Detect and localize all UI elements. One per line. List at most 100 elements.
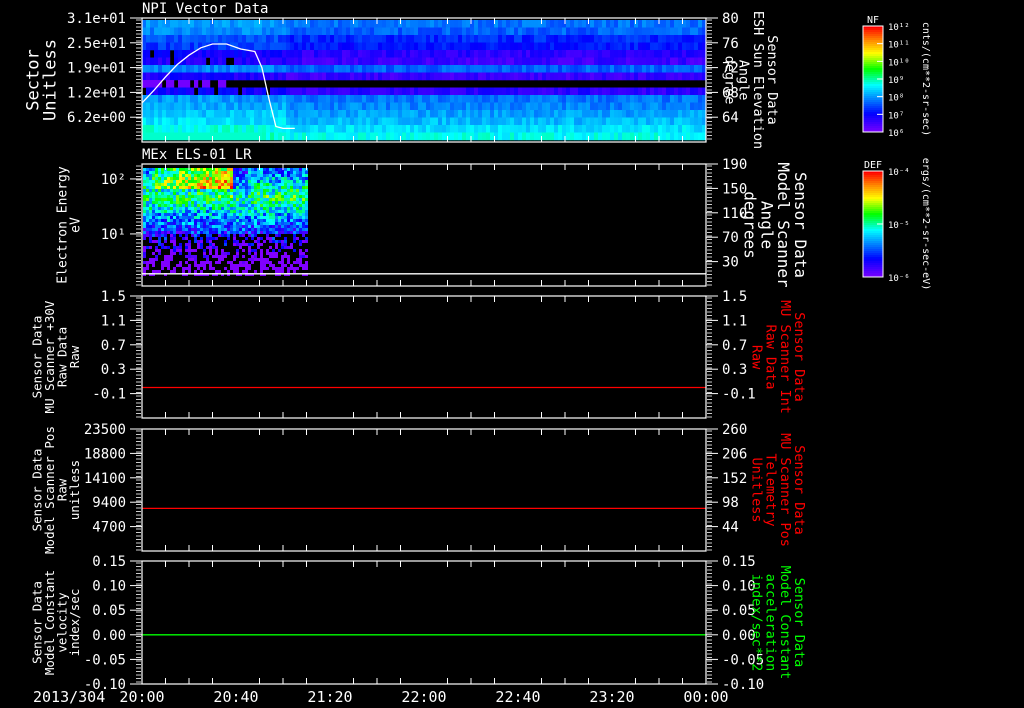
spectrogram-cell	[646, 87, 651, 96]
spectrogram-cell	[370, 132, 375, 141]
spectrogram-cell	[666, 132, 671, 141]
spectrogram-cell	[278, 210, 281, 213]
spectrogram-cell	[398, 110, 403, 118]
spectrogram-cell	[149, 195, 152, 198]
spectrogram-cell	[200, 201, 203, 204]
spectrogram-cell	[260, 255, 263, 258]
spectrogram-cell	[176, 201, 179, 204]
spectrogram-cell	[149, 213, 152, 216]
spectrogram-cell	[260, 198, 263, 201]
spectrogram-cell	[242, 270, 245, 273]
spectrogram-cell	[155, 246, 158, 249]
spectrogram-cell	[299, 213, 302, 216]
spectrogram-cell	[302, 20, 307, 28]
spectrogram-cell	[238, 72, 243, 81]
spectrogram-cell	[143, 210, 146, 213]
spectrogram-cell	[314, 72, 319, 81]
spectrogram-cell	[242, 110, 247, 118]
spectrogram-cell	[155, 195, 158, 198]
spectrogram-cell	[322, 125, 327, 133]
spectrogram-cell	[210, 35, 215, 43]
spectrogram-cell	[362, 95, 367, 103]
spectrogram-cell	[170, 201, 173, 204]
spectrogram-cell	[346, 57, 351, 66]
colorbar-segment	[863, 110, 883, 113]
spectrogram-cell	[230, 180, 233, 183]
spectrogram-cell	[161, 222, 164, 225]
spectrogram-cell	[218, 117, 223, 126]
spectrogram-cell	[582, 110, 587, 118]
spectrogram-cell	[161, 246, 164, 249]
spectrogram-cell	[154, 95, 159, 103]
spectrogram-cell	[150, 42, 155, 51]
spectrogram-cell	[322, 110, 327, 118]
spectrogram-cell	[214, 35, 219, 43]
spectrogram-cell	[302, 125, 307, 133]
spectrogram-cell	[210, 87, 215, 96]
spectrogram-cell	[185, 246, 188, 249]
spectrogram-cell	[170, 222, 173, 225]
spectrogram-cell	[618, 102, 623, 111]
spectrogram-cell	[269, 231, 272, 234]
spectrogram-cell	[626, 72, 631, 81]
spectrogram-cell	[167, 264, 170, 267]
spectrogram-cell	[574, 57, 579, 66]
spectrogram-cell	[638, 95, 643, 103]
spectrogram-cell	[143, 225, 146, 228]
spectrogram-cell	[152, 186, 155, 189]
spectrogram-cell	[514, 50, 519, 58]
spectrogram-cell	[506, 132, 511, 141]
spectrogram-cell	[236, 168, 239, 171]
spectrogram-cell	[222, 117, 227, 126]
spectrogram-cell	[167, 228, 170, 231]
spectrogram-cell	[251, 180, 254, 183]
spectrogram-cell	[626, 95, 631, 103]
spectrogram-cell	[458, 27, 463, 36]
spectrogram-cell	[215, 219, 218, 222]
spectrogram-cell	[362, 72, 367, 81]
spectrogram-cell	[426, 35, 431, 43]
spectrogram-cell	[260, 213, 263, 216]
spectrogram-cell	[185, 222, 188, 225]
spectrogram-cell	[594, 65, 599, 73]
spectrogram-cell	[502, 20, 507, 28]
spectrogram-cell	[574, 117, 579, 126]
spectrogram-cell	[158, 174, 161, 177]
spectrogram-cell	[266, 213, 269, 216]
y2-axis-label: Sensor DataMU Scanner PosTelemetryUnitle…	[748, 433, 807, 547]
spectrogram-cell	[198, 72, 203, 81]
spectrogram-cell	[182, 174, 185, 177]
spectrogram-cell	[298, 65, 303, 73]
spectrogram-cell	[142, 42, 147, 51]
spectrogram-cell	[284, 237, 287, 240]
spectrogram-cell	[227, 174, 230, 177]
spectrogram-cell	[422, 117, 427, 126]
spectrogram-cell	[534, 125, 539, 133]
colorbar-tick-label: 10⁻⁵	[888, 221, 910, 231]
spectrogram-cell	[170, 210, 173, 213]
spectrogram-cell	[305, 207, 308, 210]
spectrogram-cell	[670, 117, 675, 126]
spectrogram-cell	[474, 57, 479, 66]
spectrogram-cell	[170, 87, 175, 96]
colorbar-segment	[863, 183, 883, 186]
spectrogram-cell	[646, 95, 651, 103]
spectrogram-cell	[494, 87, 499, 96]
spectrogram-cell	[194, 219, 197, 222]
spectrogram-cell	[239, 228, 242, 231]
spectrogram-cell	[254, 249, 257, 252]
spectrogram-cell	[290, 228, 293, 231]
spectrogram-cell	[266, 35, 271, 43]
spectrogram-cell	[164, 234, 167, 237]
spectrogram-cell	[149, 246, 152, 249]
spectrogram-cell	[410, 27, 415, 36]
spectrogram-cell	[257, 204, 260, 207]
spectrogram-cell	[203, 174, 206, 177]
spectrogram-cell	[170, 237, 173, 240]
spectrogram-cell	[510, 65, 515, 73]
spectrogram-cell	[278, 57, 283, 66]
spectrogram-cell	[206, 27, 211, 36]
spectrogram-cell	[398, 57, 403, 66]
spectrogram-cell	[562, 57, 567, 66]
spectrogram-cell	[239, 219, 242, 222]
